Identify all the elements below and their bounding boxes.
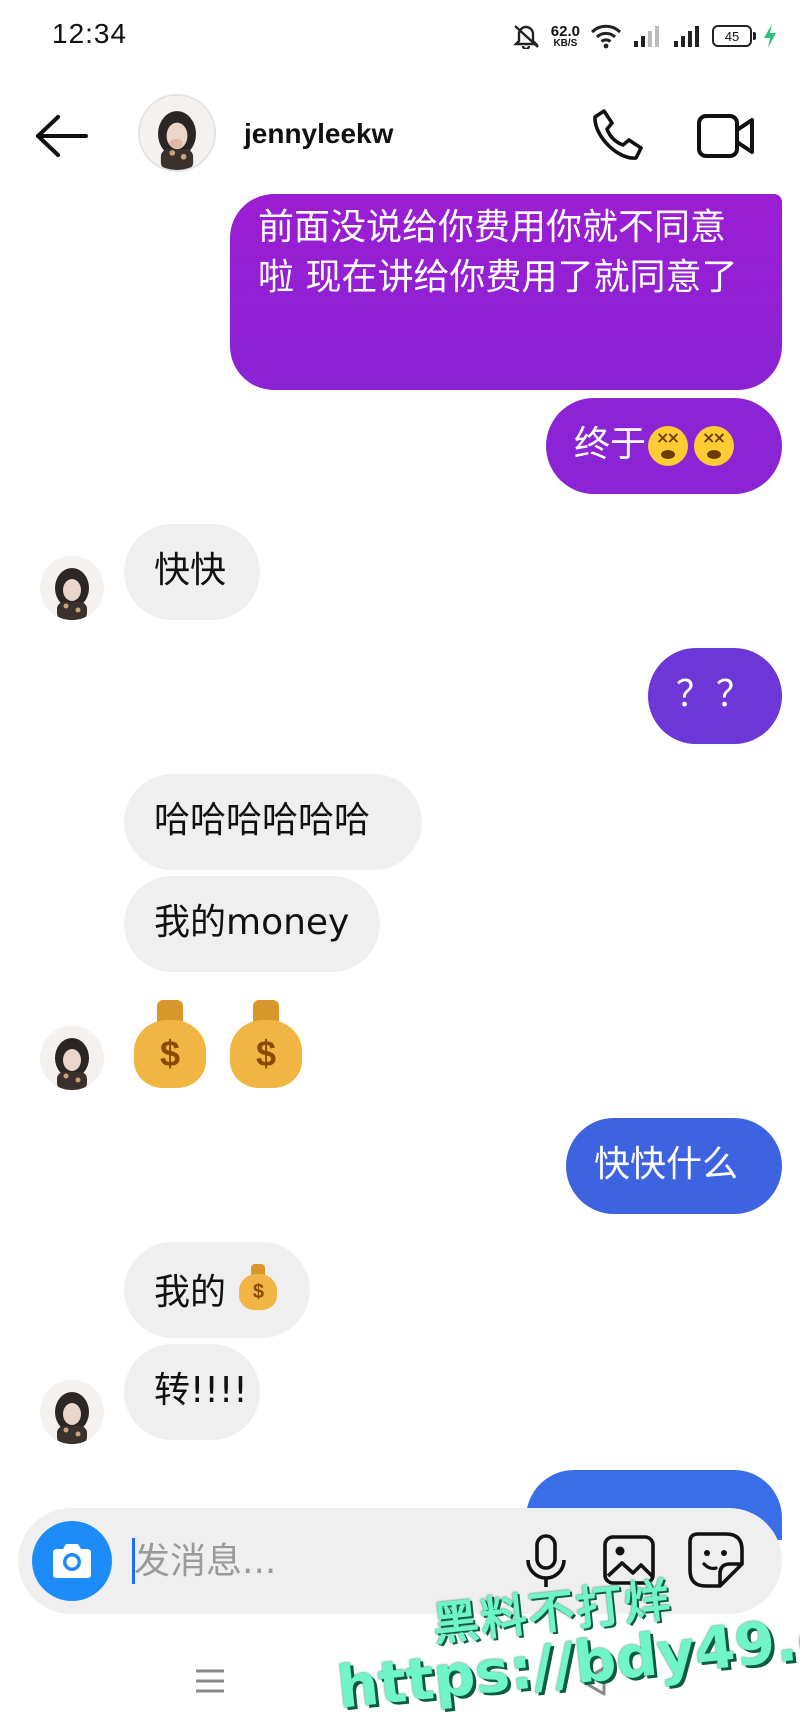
- message-received: 我的 $: [124, 1242, 310, 1338]
- message-received: 我的money: [124, 876, 380, 972]
- message-text: 快快: [154, 550, 227, 591]
- battery-icon: 45: [712, 25, 756, 47]
- chat-header: jennyleekw: [0, 88, 800, 184]
- net-speed: 62.0 KB/S: [551, 24, 580, 49]
- charging-icon: [764, 24, 776, 48]
- avatar[interactable]: [40, 1026, 104, 1090]
- message-received: 快快: [124, 524, 260, 620]
- avatar-image: [40, 1380, 104, 1444]
- battery-level: 45: [724, 28, 740, 44]
- emoji-message: $ $: [134, 1000, 314, 1090]
- status-icons: 62.0 KB/S 45: [511, 16, 778, 56]
- avatar[interactable]: [138, 94, 216, 172]
- message-text: 终于: [574, 424, 647, 465]
- status-time: 12:34: [52, 18, 128, 49]
- message-text: ？？: [676, 674, 757, 715]
- message-sent: ？？: [648, 648, 782, 744]
- avatar-image: [40, 556, 104, 620]
- message-text: 前面没说给你费用你就不同意啦 现在讲给你费用了就同意了: [258, 207, 738, 298]
- avatar-image: [140, 96, 214, 170]
- camera-icon: [53, 1544, 91, 1578]
- video-camera-icon[interactable]: [696, 108, 756, 164]
- chat-username[interactable]: jennyleekw: [244, 118, 393, 150]
- message-sent: 前面没说给你费用你就不同意啦 现在讲给你费用了就同意了: [230, 194, 782, 390]
- message-received: 转!!!!: [124, 1344, 260, 1440]
- net-speed-value: 62.0: [550, 22, 580, 40]
- money-bag-emoji: $: [230, 1000, 302, 1088]
- avatar-image: [40, 1026, 104, 1090]
- dizzy-face-emoji: [648, 426, 689, 466]
- money-bag-emoji: $: [239, 1264, 278, 1310]
- sticker-icon[interactable]: [686, 1530, 746, 1590]
- message-text: 我的: [154, 1272, 227, 1313]
- signal-icon: [674, 26, 699, 47]
- wifi-icon: [590, 24, 622, 49]
- dizzy-face-emoji: [694, 426, 735, 466]
- message-text: 转!!!!: [154, 1370, 248, 1411]
- back-arrow-icon[interactable]: [34, 114, 90, 158]
- message-text: 我的money: [154, 902, 350, 943]
- mute-icon: [512, 25, 539, 49]
- message-input[interactable]: [134, 1534, 434, 1588]
- status-bar: 12:34 62.0 KB/S 45: [0, 0, 800, 70]
- money-bag-emoji: $: [134, 1000, 206, 1088]
- message-sent: 终于: [546, 398, 782, 494]
- message-text: 快快什么: [594, 1144, 739, 1185]
- avatar[interactable]: [40, 1380, 104, 1444]
- phone-icon[interactable]: [588, 106, 646, 164]
- message-received: 哈哈哈哈哈哈: [124, 774, 422, 870]
- avatar[interactable]: [40, 556, 104, 620]
- camera-button[interactable]: [32, 1521, 112, 1601]
- signal-icon: [634, 26, 659, 47]
- menu-icon[interactable]: [190, 1666, 230, 1696]
- net-speed-unit: KB/S: [553, 37, 578, 49]
- message-sent: 快快什么: [566, 1118, 782, 1214]
- message-text: 哈哈哈哈哈哈: [154, 800, 371, 841]
